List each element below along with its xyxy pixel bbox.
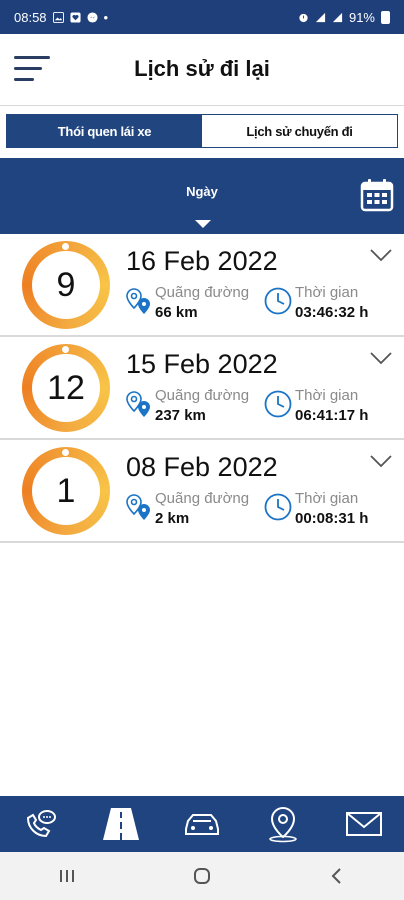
distance-label: Quãng đường: [155, 284, 250, 301]
recent-apps-icon: [60, 870, 75, 882]
tab-driving-habits[interactable]: Thói quen lái xe: [7, 115, 202, 147]
distance-value: 237 km: [155, 407, 206, 424]
home-button[interactable]: [182, 861, 222, 891]
distance-value: 2 km: [155, 510, 190, 527]
nav-vehicle[interactable]: [178, 804, 226, 844]
car-icon: [184, 814, 219, 835]
battery-percent: 91%: [348, 9, 375, 25]
heart-message-icon: [70, 11, 81, 23]
duration-value: 00:08:31 h: [295, 510, 369, 527]
status-bar: 08:58 • 91%: [0, 0, 404, 34]
period-selector[interactable]: Ngày: [0, 184, 404, 199]
home-icon: [193, 868, 210, 884]
app-bar: Lịch sử đi lại: [0, 34, 404, 106]
status-time: 08:58: [14, 9, 47, 25]
alarm-icon: [299, 13, 308, 22]
location-pin-icon: [268, 806, 297, 843]
distance-value: 66 km: [155, 304, 198, 321]
score-ring: 1: [22, 447, 110, 535]
messenger-icon: [87, 11, 98, 23]
route-pin-icon: [126, 494, 150, 520]
caret-down-icon: [195, 220, 211, 228]
ring-dot: [62, 243, 69, 250]
route-pin-icon: [126, 288, 150, 314]
status-left: 08:58 •: [14, 10, 108, 25]
nav-messages[interactable]: [340, 804, 388, 844]
trip-row[interactable]: 1 08 Feb 2022 Quãng đường 2 km Thời gian…: [0, 440, 404, 543]
score-value: 9: [32, 251, 100, 319]
time-label: Thời gian: [295, 490, 359, 507]
distance-label: Quãng đường: [155, 490, 250, 507]
back-icon: [331, 868, 341, 884]
period-filter-bar: Ngày: [0, 158, 404, 234]
score-value: 1: [32, 457, 100, 525]
road-icon: [103, 808, 140, 840]
clock-icon: [264, 390, 292, 418]
clock-icon: [264, 493, 292, 521]
duration-value: 03:46:32 h: [295, 304, 369, 321]
time-label: Thời gian: [295, 284, 359, 301]
score-value: 12: [32, 354, 100, 422]
calendar-icon[interactable]: [360, 178, 394, 212]
clock-icon: [264, 287, 292, 315]
nav-support[interactable]: [16, 804, 64, 844]
trip-date: 15 Feb 2022: [126, 349, 278, 379]
ring-dot: [62, 449, 69, 456]
chevron-down-icon[interactable]: [370, 454, 392, 468]
score-ring: 12: [22, 344, 110, 432]
recent-apps-button[interactable]: [47, 861, 87, 891]
chevron-down-icon[interactable]: [370, 351, 392, 365]
status-right: 91%: [298, 10, 390, 25]
mail-icon: [345, 812, 382, 836]
phone-chat-icon: [27, 810, 57, 838]
duration-value: 06:41:17 h: [295, 407, 369, 424]
trip-date: 16 Feb 2022: [126, 246, 278, 276]
back-button[interactable]: [317, 861, 357, 891]
route-pin-icon: [126, 391, 150, 417]
gallery-icon: [52, 11, 64, 23]
nav-location[interactable]: [259, 804, 307, 844]
signal-2-icon: [332, 12, 343, 22]
trip-row[interactable]: 12 15 Feb 2022 Quãng đường 237 km Thời g…: [0, 337, 404, 440]
tab-switcher: Thói quen lái xe Lịch sử chuyến đi: [6, 114, 398, 148]
battery-icon: [381, 10, 390, 24]
page-title: Lịch sử đi lại: [134, 56, 270, 81]
chevron-down-icon[interactable]: [370, 248, 392, 262]
signal-icon: [315, 12, 326, 22]
ring-dot: [62, 346, 69, 353]
trip-row[interactable]: 9 16 Feb 2022 Quãng đường 66 km Thời gia…: [0, 234, 404, 337]
dot-icon: •: [103, 9, 109, 25]
time-label: Thời gian: [295, 387, 359, 404]
distance-label: Quãng đường: [155, 387, 250, 404]
nav-road[interactable]: [97, 804, 145, 844]
score-ring: 9: [22, 241, 110, 329]
system-nav-bar: [0, 852, 404, 900]
trip-date: 08 Feb 2022: [126, 452, 278, 482]
trip-list: 9 16 Feb 2022 Quãng đường 66 km Thời gia…: [0, 234, 404, 543]
bottom-nav: [0, 796, 404, 852]
tab-trip-history[interactable]: Lịch sử chuyến đi: [202, 115, 397, 147]
